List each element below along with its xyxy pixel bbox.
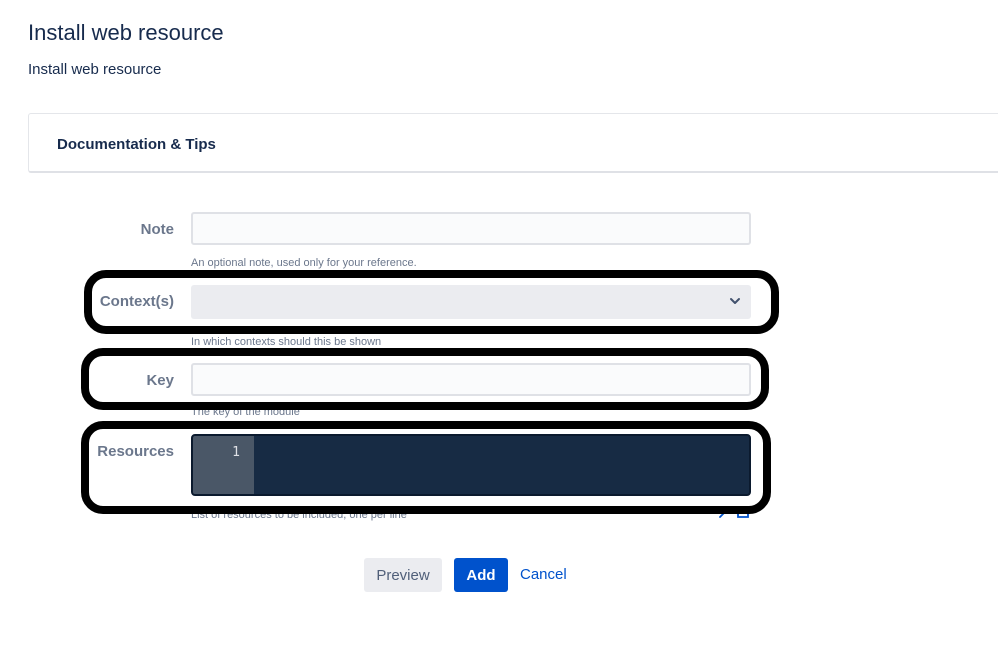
- resources-code-editor[interactable]: 1: [191, 434, 751, 496]
- cancel-link[interactable]: Cancel: [520, 566, 567, 583]
- note-label: Note: [140, 221, 174, 238]
- page-title: Install web resource: [28, 20, 224, 45]
- documentation-panel-label: Documentation & Tips: [57, 136, 216, 153]
- key-help-text: The key of the module: [191, 406, 300, 418]
- chevron-down-icon: [730, 298, 740, 304]
- line-number: 1: [232, 445, 240, 460]
- preview-button[interactable]: Preview: [364, 558, 442, 592]
- page-subtitle: Install web resource: [28, 61, 162, 78]
- add-button[interactable]: Add: [454, 558, 508, 592]
- note-help-text: An optional note, used only for your ref…: [191, 257, 417, 269]
- expand-icon[interactable]: [718, 505, 752, 519]
- key-label: Key: [146, 372, 174, 389]
- contexts-help-text: In which contexts should this be shown: [191, 336, 382, 348]
- contexts-label: Context(s): [99, 293, 174, 310]
- key-input[interactable]: [191, 363, 751, 396]
- contexts-select[interactable]: [191, 285, 751, 319]
- note-input[interactable]: [191, 212, 751, 245]
- resources-help-text: List of resources to be included, one pe…: [191, 509, 407, 521]
- resources-label: Resources: [97, 443, 174, 460]
- editor-text-area[interactable]: [254, 436, 749, 494]
- editor-gutter: 1: [193, 436, 254, 494]
- documentation-panel[interactable]: Documentation & Tips: [28, 113, 998, 173]
